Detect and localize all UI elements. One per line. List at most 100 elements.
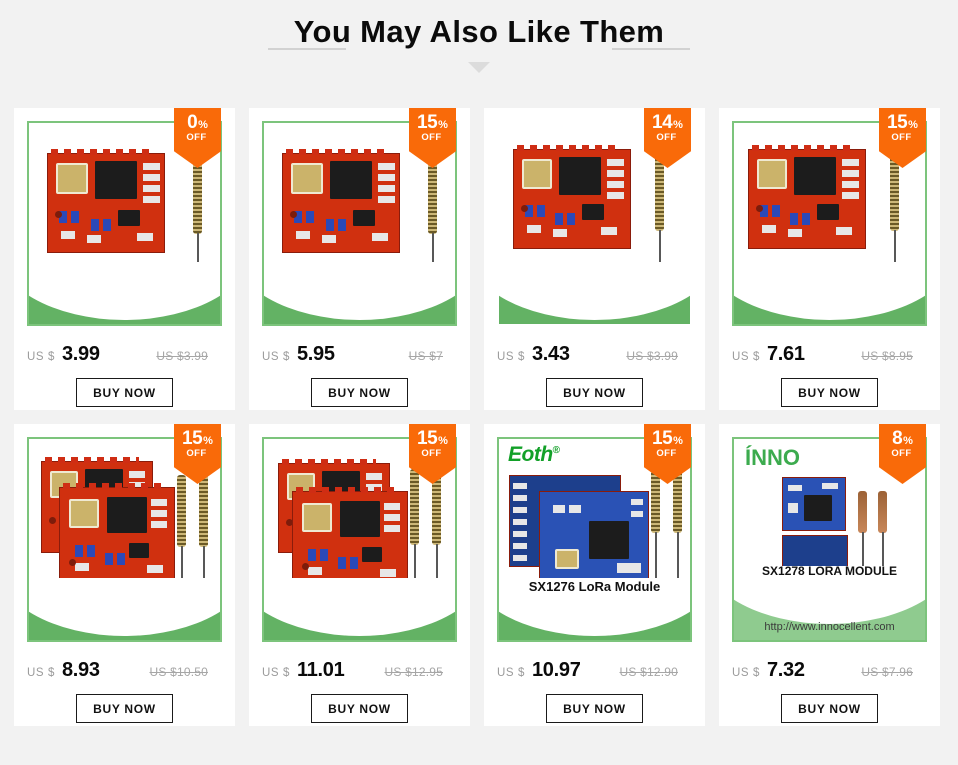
product-card[interactable]: 15 % OFF — [719, 108, 940, 410]
off-label: OFF — [891, 132, 912, 143]
price-row: US $ 5.95 US $7 — [262, 343, 457, 365]
current-price: 10.97 — [531, 659, 581, 681]
buy-now-button[interactable]: BUY NOW — [546, 378, 643, 407]
off-label: OFF — [656, 448, 677, 459]
recommendations-page: You May Also Like Them 0 % OFF US $ 3.99… — [0, 0, 958, 765]
product-caption: SX1278 LORA MODULE — [762, 564, 897, 578]
off-label: OFF — [186, 448, 207, 459]
off-label: OFF — [656, 132, 677, 143]
discount-badge-top: 15 % — [409, 108, 456, 132]
triangle-down-icon — [468, 62, 490, 73]
price-row: US $ 8.93 US $10.50 — [27, 659, 222, 681]
discount-value: 15 — [417, 428, 438, 449]
discount-badge-top: 15 % — [879, 108, 926, 132]
buy-now-button[interactable]: BUY NOW — [311, 694, 408, 723]
product-card[interactable]: 0 % OFF US $ 3.99 US $3.99 BUY NOW — [14, 108, 235, 410]
current-price: 5.95 — [296, 343, 335, 365]
original-price: US $3.99 — [626, 349, 678, 363]
currency-label: US $ — [732, 351, 760, 363]
green-wave — [734, 262, 925, 324]
currency-label: US $ — [497, 351, 525, 363]
current-price: 3.43 — [531, 343, 570, 365]
discount-value: 15 — [887, 112, 908, 133]
original-price: US $3.99 — [156, 349, 208, 363]
brand-name: Eoth — [508, 443, 553, 466]
buy-now-button[interactable]: BUY NOW — [781, 694, 878, 723]
product-grid: 0 % OFF US $ 3.99 US $3.99 BUY NOW 15 % … — [14, 108, 944, 726]
buy-now-button[interactable]: BUY NOW — [546, 694, 643, 723]
buy-now-wrap: BUY NOW — [27, 378, 222, 407]
product-card[interactable]: 15 % OFF — [249, 424, 470, 726]
discount-badge-top: 15 % — [174, 424, 221, 448]
buy-now-button[interactable]: BUY NOW — [76, 378, 173, 407]
percent-symbol: % — [438, 435, 448, 447]
product-card[interactable]: 15 % OFF — [14, 424, 235, 726]
buy-now-wrap: BUY NOW — [262, 694, 457, 723]
currency-label: US $ — [262, 667, 290, 679]
discount-badge-top: 15 % — [644, 424, 691, 448]
percent-symbol: % — [903, 435, 913, 447]
discount-value: 8 — [892, 428, 903, 449]
original-price: US $8.95 — [861, 349, 913, 363]
currency-label: US $ — [27, 667, 55, 679]
product-card[interactable]: 8 % OFF ÍNNO SX1278 LORA MODULE http://w… — [719, 424, 940, 726]
discount-badge-top: 15 % — [409, 424, 456, 448]
discount-value: 15 — [417, 112, 438, 133]
original-price: US $7 — [408, 349, 443, 363]
product-card[interactable]: 15 % OFF — [249, 108, 470, 410]
original-price: US $7.96 — [861, 665, 913, 679]
percent-symbol: % — [198, 119, 208, 131]
price-row: US $ 3.99 US $3.99 — [27, 343, 222, 365]
price-row: US $ 7.32 US $7.96 — [732, 659, 927, 681]
original-price: US $12.90 — [619, 665, 678, 679]
off-label: OFF — [891, 448, 912, 459]
page-header: You May Also Like Them — [0, 0, 958, 73]
off-label: OFF — [421, 132, 442, 143]
current-price: 7.61 — [766, 343, 805, 365]
page-title: You May Also Like Them — [293, 14, 665, 49]
brand-logo-inno: ÍNNO — [745, 445, 800, 470]
current-price: 7.32 — [766, 659, 805, 681]
original-price: US $12.95 — [384, 665, 443, 679]
green-wave — [264, 262, 455, 324]
discount-value: 15 — [652, 428, 673, 449]
discount-value: 14 — [652, 112, 673, 133]
percent-symbol: % — [673, 119, 683, 131]
product-caption: SX1276 LoRa Module — [528, 579, 661, 594]
discount-value: 0 — [187, 112, 198, 133]
buy-now-wrap: BUY NOW — [732, 694, 927, 723]
title-underline-wrap: You May Also Like Them — [267, 12, 690, 52]
buy-now-wrap: BUY NOW — [27, 694, 222, 723]
buy-now-wrap: BUY NOW — [497, 378, 692, 407]
price-row: US $ 11.01 US $12.95 — [262, 659, 457, 681]
percent-symbol: % — [908, 119, 918, 131]
discount-value: 15 — [182, 428, 203, 449]
registered-mark: ® — [552, 445, 560, 456]
percent-symbol: % — [438, 119, 448, 131]
buy-now-button[interactable]: BUY NOW — [781, 378, 878, 407]
discount-badge-top: 8 % — [879, 424, 926, 448]
buy-now-button[interactable]: BUY NOW — [311, 378, 408, 407]
discount-badge-top: 0 % — [174, 108, 221, 132]
discount-badge-top: 14 % — [644, 108, 691, 132]
product-card[interactable]: 14 % OFF US $ 3.43 US $3.99 BUY NOW — [484, 108, 705, 410]
buy-now-button[interactable]: BUY NOW — [76, 694, 173, 723]
green-wave — [499, 262, 690, 324]
currency-label: US $ — [262, 351, 290, 363]
green-wave — [29, 578, 220, 640]
product-card[interactable]: 15 % OFF — [484, 424, 705, 726]
green-wave — [264, 578, 455, 640]
buy-now-wrap: BUY NOW — [262, 378, 457, 407]
current-price: 11.01 — [296, 659, 345, 681]
buy-now-wrap: BUY NOW — [732, 378, 927, 407]
currency-label: US $ — [27, 351, 55, 363]
current-price: 3.99 — [61, 343, 100, 365]
percent-symbol: % — [673, 435, 683, 447]
off-label: OFF — [186, 132, 207, 143]
off-label: OFF — [421, 448, 442, 459]
percent-symbol: % — [203, 435, 213, 447]
price-row: US $ 10.97 US $12.90 — [497, 659, 692, 681]
original-price: US $10.50 — [149, 665, 208, 679]
currency-label: US $ — [497, 667, 525, 679]
price-row: US $ 7.61 US $8.95 — [732, 343, 927, 365]
